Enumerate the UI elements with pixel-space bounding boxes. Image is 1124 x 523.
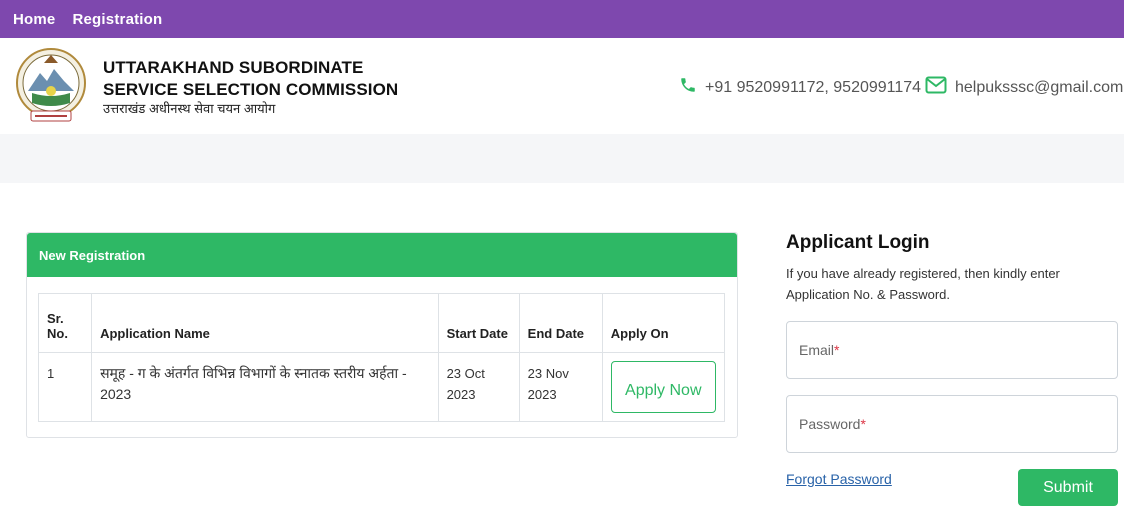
org-title-line2: SERVICE SELECTION COMMISSION xyxy=(103,80,399,99)
email-field[interactable]: Email * xyxy=(786,321,1118,379)
new-registration-card: New Registration Sr. No. Application Nam… xyxy=(26,232,738,438)
card-header: New Registration xyxy=(27,233,737,277)
site-header: UTTARAKHAND SUBORDINATE SERVICE SELECTIO… xyxy=(0,38,1124,134)
submit-button[interactable]: Submit xyxy=(1018,469,1118,506)
forgot-password-link[interactable]: Forgot Password xyxy=(786,471,892,487)
login-heading: Applicant Login xyxy=(786,232,930,253)
top-navbar: Home Registration xyxy=(0,0,1124,38)
cell-start-date: 23 Oct 2023 xyxy=(437,352,520,422)
password-field[interactable]: Password * xyxy=(786,395,1118,453)
applications-table: Sr. No. Application Name Start Date End … xyxy=(37,293,726,422)
banner-strip xyxy=(0,134,1124,183)
cell-application-name: समूह - ग के अंतर्गत विभिन्न विभागों के स… xyxy=(91,352,439,422)
password-label: Password xyxy=(799,416,861,432)
apply-now-button[interactable]: Apply Now xyxy=(610,361,716,413)
email-required-mark: * xyxy=(834,342,840,358)
contact-email: helpuksssc@gmail.com xyxy=(925,76,1123,99)
org-title-hindi: उत्तराखंड अधीनस्थ सेवा चयन आयोग xyxy=(103,101,276,116)
envelope-icon xyxy=(925,76,947,99)
login-description: If you have already registered, then kin… xyxy=(786,266,1060,302)
col-sr-no: Sr. No. xyxy=(37,293,93,353)
nav-registration-link[interactable]: Registration xyxy=(72,11,162,28)
org-title-line1: UTTARAKHAND SUBORDINATE xyxy=(103,58,364,77)
phone-numbers: +91 9520991172, 9520991174 xyxy=(705,78,922,96)
cell-apply: Apply Now xyxy=(601,352,726,422)
applicant-login-panel: Applicant Login If you have already regi… xyxy=(786,232,1118,506)
commission-emblem-logo xyxy=(16,48,86,122)
col-application-name: Application Name xyxy=(91,293,439,353)
org-title: UTTARAKHAND SUBORDINATE SERVICE SELECTIO… xyxy=(103,57,398,117)
email-label: Email xyxy=(799,342,835,358)
col-end-date: End Date xyxy=(518,293,603,353)
password-required-mark: * xyxy=(860,416,866,432)
phone-icon xyxy=(679,76,697,99)
email-address[interactable]: helpuksssc@gmail.com xyxy=(955,79,1123,97)
cell-end-date: 23 Nov 2023 xyxy=(518,352,603,422)
nav-home-link[interactable]: Home xyxy=(13,11,55,28)
table-row: 1 समूह - ग के अंतर्गत विभिन्न विभागों के… xyxy=(37,352,726,422)
col-start-date: Start Date xyxy=(437,293,520,353)
contact-phone: +91 9520991172, 9520991174 xyxy=(679,76,921,99)
col-apply-on: Apply On xyxy=(601,293,726,353)
cell-sr: 1 xyxy=(37,352,93,422)
